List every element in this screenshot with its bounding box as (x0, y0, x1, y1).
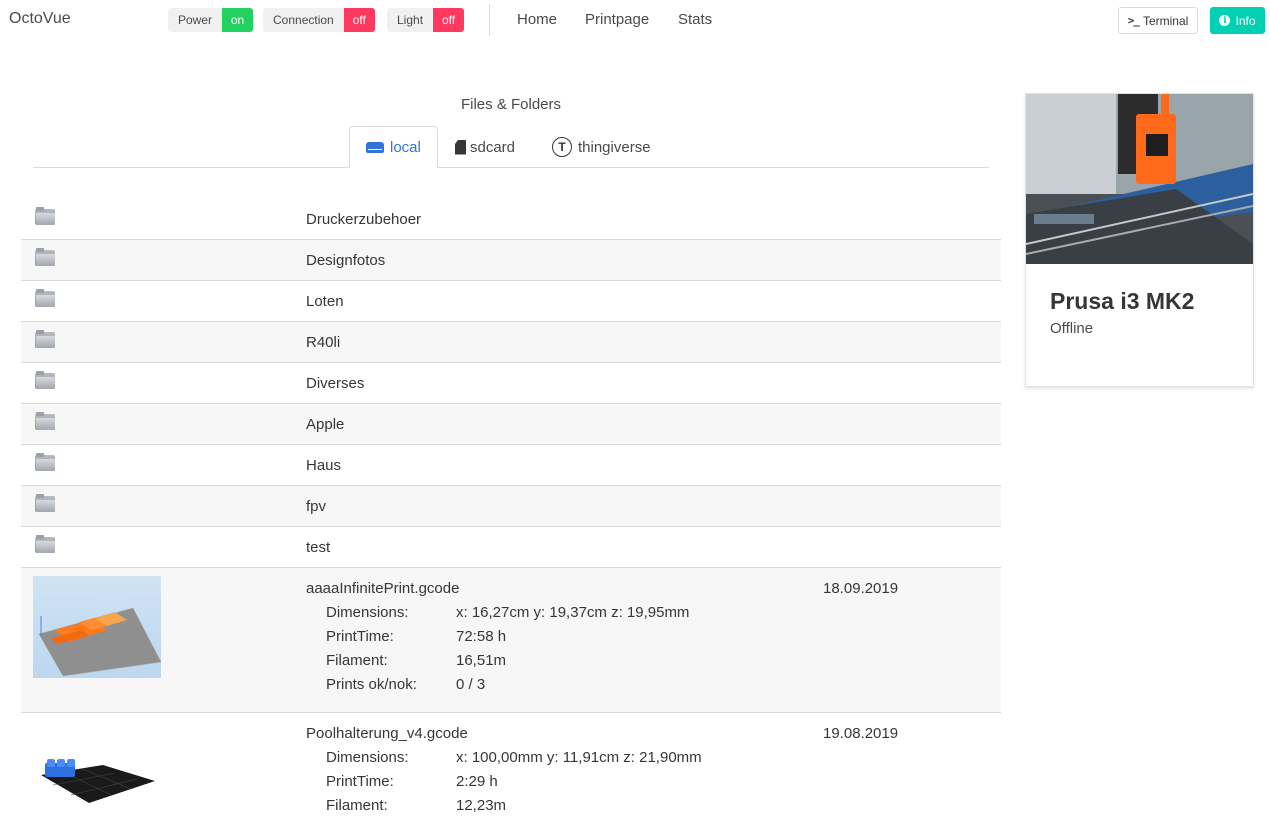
light-toggle[interactable]: Light off (387, 8, 465, 32)
nav-divider (489, 4, 490, 36)
nav-home[interactable]: Home (517, 11, 557, 28)
top-navbar: OctoVue Power on Connection off Light of… (0, 0, 1270, 40)
webcam-image (1026, 94, 1253, 264)
file-details: Dimensions: x: 100,00mm y: 11,91cm z: 21… (326, 749, 702, 817)
folder-row[interactable]: Druckerzubehoer (21, 199, 1001, 240)
connection-toggle[interactable]: Connection off (263, 8, 375, 32)
file-thumbnail (33, 576, 161, 678)
folder-icon (35, 453, 55, 471)
file-list: Druckerzubehoer Designfotos Loten R40li … (21, 199, 1001, 817)
file-details: Dimensions: x: 16,27cm y: 19,37cm z: 19,… (326, 604, 689, 700)
printer-status: Offline (1050, 320, 1094, 337)
info-button[interactable]: i Info (1210, 7, 1265, 34)
sdcard-icon (455, 139, 466, 155)
files-title: Files & Folders (460, 96, 562, 113)
power-toggle[interactable]: Power on (168, 8, 254, 32)
file-thumbnail (33, 753, 161, 813)
file-row[interactable]: Poolhalterung_v4.gcode 19.08.2019 Dimens… (21, 713, 1001, 817)
folder-row[interactable]: test (21, 527, 1001, 568)
file-row[interactable]: aaaaInfinitePrint.gcode 18.09.2019 Dimen… (21, 568, 1001, 713)
folder-row[interactable]: Designfotos (21, 240, 1001, 281)
filament-label: Filament: (326, 797, 388, 814)
folder-icon (35, 412, 55, 430)
dimensions-value: x: 16,27cm y: 19,37cm z: 19,95mm (456, 604, 690, 621)
folder-name: R40li (306, 334, 341, 351)
tab-local-label: local (390, 138, 421, 156)
folder-icon (35, 289, 55, 307)
storage-tabs: local sdcard T thingiverse (33, 126, 989, 168)
filament-value: 12,23m (456, 797, 507, 814)
printtime-label: PrintTime: (326, 773, 394, 790)
folder-name: Apple (306, 416, 345, 433)
folder-icon (35, 248, 55, 266)
folder-row[interactable]: fpv (21, 486, 1001, 527)
tab-sdcard-label: sdcard (470, 138, 516, 156)
power-toggle-state: on (222, 8, 254, 32)
printtime-label: PrintTime: (326, 628, 394, 645)
printtime-value: 2:29 h (456, 773, 498, 790)
dimensions-label: Dimensions: (326, 749, 409, 766)
file-name: aaaaInfinitePrint.gcode (306, 580, 460, 597)
folder-name: Diverses (306, 375, 365, 392)
folder-row[interactable]: Loten (21, 281, 1001, 322)
tab-thingiverse[interactable]: T thingiverse (536, 126, 667, 168)
folder-name: Druckerzubehoer (306, 211, 422, 228)
folder-icon (35, 207, 55, 225)
folder-name: Loten (306, 293, 344, 310)
terminal-icon: >_ (1127, 14, 1140, 27)
power-toggle-label: Power (168, 8, 223, 32)
folder-icon (35, 494, 55, 512)
printtime-value: 72:58 h (456, 628, 507, 645)
prints-label: Prints ok/nok: (326, 676, 417, 693)
folder-name: fpv (306, 498, 327, 515)
tab-sdcard[interactable]: sdcard (439, 126, 531, 168)
filament-value: 16,51m (456, 652, 507, 669)
light-toggle-label: Light (387, 8, 434, 32)
nav-stats[interactable]: Stats (678, 11, 712, 28)
thingiverse-icon: T (552, 137, 572, 157)
folder-row[interactable]: Haus (21, 445, 1001, 486)
folder-row[interactable]: Apple (21, 404, 1001, 445)
file-date: 18.09.2019 (823, 580, 899, 597)
connection-toggle-state: off (343, 8, 375, 32)
tab-local[interactable]: local (349, 126, 438, 168)
printer-name: Prusa i3 MK2 (1050, 288, 1195, 314)
folder-row[interactable]: R40li (21, 322, 1001, 363)
filament-label: Filament: (326, 652, 388, 669)
connection-toggle-label: Connection (263, 8, 344, 32)
dimensions-value: x: 100,00mm y: 11,91cm z: 21,90mm (456, 749, 702, 766)
dimensions-label: Dimensions: (326, 604, 409, 621)
hdd-icon (366, 141, 384, 153)
printer-card[interactable]: Prusa i3 MK2 Offline (1025, 93, 1254, 387)
folder-name: test (306, 539, 331, 556)
folder-icon (35, 535, 55, 553)
light-toggle-state: off (433, 8, 465, 32)
info-button-label: Info (1235, 13, 1256, 28)
file-name: Poolhalterung_v4.gcode (306, 725, 468, 742)
folder-icon (35, 330, 55, 348)
terminal-button-label: Terminal (1142, 13, 1189, 28)
info-icon: i (1219, 15, 1231, 26)
folder-name: Designfotos (306, 252, 386, 269)
prints-value: 0 / 3 (456, 676, 486, 693)
tab-thingiverse-label: thingiverse (578, 138, 651, 156)
nav-printpage[interactable]: Printpage (585, 11, 649, 28)
folder-icon (35, 371, 55, 389)
file-date: 19.08.2019 (823, 725, 899, 742)
folder-name: Haus (306, 457, 342, 474)
folder-row[interactable]: Diverses (21, 363, 1001, 404)
terminal-button[interactable]: >_ Terminal (1118, 7, 1198, 34)
app-brand[interactable]: OctoVue (9, 10, 71, 28)
